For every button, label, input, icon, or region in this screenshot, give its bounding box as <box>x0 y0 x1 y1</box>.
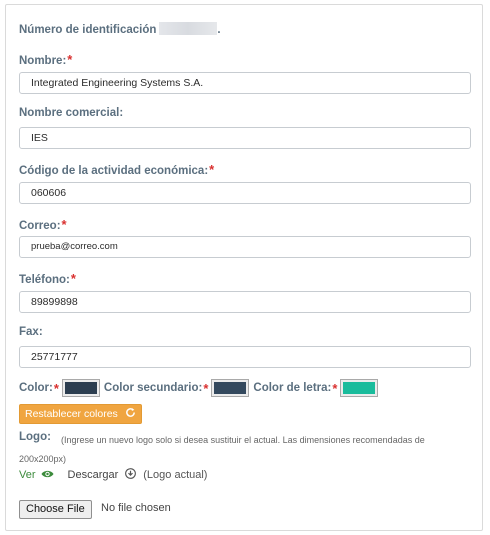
logo-hint-text: (Ingrese un nuevo logo solo si desea sus… <box>19 435 425 464</box>
color-picker-text[interactable] <box>340 379 379 397</box>
download-logo-link[interactable]: Descargar <box>68 469 119 481</box>
nombre-comercial-label-text: Nombre comercial: <box>19 107 124 119</box>
color-swatch-primary <box>64 382 97 394</box>
fax-input[interactable]: 25771777 <box>19 346 471 368</box>
color-pickers-row: Color: * Color secundario: * Color de letr… <box>19 378 382 398</box>
redacted-id-value <box>159 22 218 35</box>
reset-colors-label: Restablecer colores <box>25 408 118 420</box>
choose-file-button[interactable]: Choose File <box>19 500 92 519</box>
fax-label: Fax: <box>19 326 43 338</box>
view-logo-link[interactable]: Ver <box>19 469 36 481</box>
logo-links: Ver Descargar (Logo actual) <box>19 468 207 482</box>
logo-hint: (Ingrese un nuevo logo solo si desea sus… <box>19 431 471 469</box>
telefono-label-text: Teléfono: <box>19 274 70 286</box>
eye-icon[interactable] <box>41 469 54 482</box>
nombre-label-text: Nombre: <box>19 55 67 67</box>
current-logo-note: (Logo actual) <box>143 469 208 481</box>
secondary-color-label: Color secundario: <box>103 382 203 394</box>
actividad-label-text: Código de la actividad económica: <box>19 165 209 177</box>
download-circle-icon[interactable] <box>125 468 137 482</box>
required-asterisk: * <box>203 380 209 396</box>
actividad-input[interactable]: 060606 <box>19 182 471 204</box>
actividad-label: Código de la actividad económica:* <box>19 162 214 177</box>
correo-label: Correo:* <box>19 217 67 232</box>
required-asterisk: * <box>209 162 215 177</box>
form-panel: Número de identificación. Nombre:* Integ… <box>5 4 483 531</box>
file-status: No file chosen <box>101 502 171 514</box>
correo-input[interactable]: prueba@correo.com <box>19 236 471 258</box>
id-number-label: Número de identificación. <box>19 22 221 36</box>
reset-colors-button[interactable]: Restablecer colores <box>19 404 142 424</box>
required-asterisk: * <box>332 380 338 396</box>
text-color-label: Color de letra: <box>253 382 332 394</box>
nombre-comercial-input[interactable]: IES <box>19 127 471 149</box>
nombre-label: Nombre:* <box>19 52 72 67</box>
correo-label-text: Correo: <box>19 220 61 232</box>
refresh-icon <box>125 407 136 421</box>
color-swatch-text <box>343 382 376 394</box>
nombre-input[interactable]: Integrated Engineering Systems S.A. <box>19 72 471 94</box>
color-picker-primary[interactable] <box>61 379 100 397</box>
id-number-label-text: Número de identificación <box>19 24 157 36</box>
id-number-suffix: . <box>217 24 221 36</box>
required-asterisk: * <box>70 271 76 286</box>
color-label: Color: <box>19 382 53 394</box>
required-asterisk: * <box>53 380 59 396</box>
color-picker-secondary[interactable] <box>211 379 250 397</box>
color-swatch-secondary <box>214 382 247 394</box>
telefono-label: Teléfono:* <box>19 271 76 286</box>
fax-label-text: Fax: <box>19 326 43 338</box>
required-asterisk: * <box>67 52 73 67</box>
required-asterisk: * <box>61 217 67 232</box>
telefono-input[interactable]: 89899898 <box>19 291 471 313</box>
nombre-comercial-label: Nombre comercial: <box>19 107 123 119</box>
